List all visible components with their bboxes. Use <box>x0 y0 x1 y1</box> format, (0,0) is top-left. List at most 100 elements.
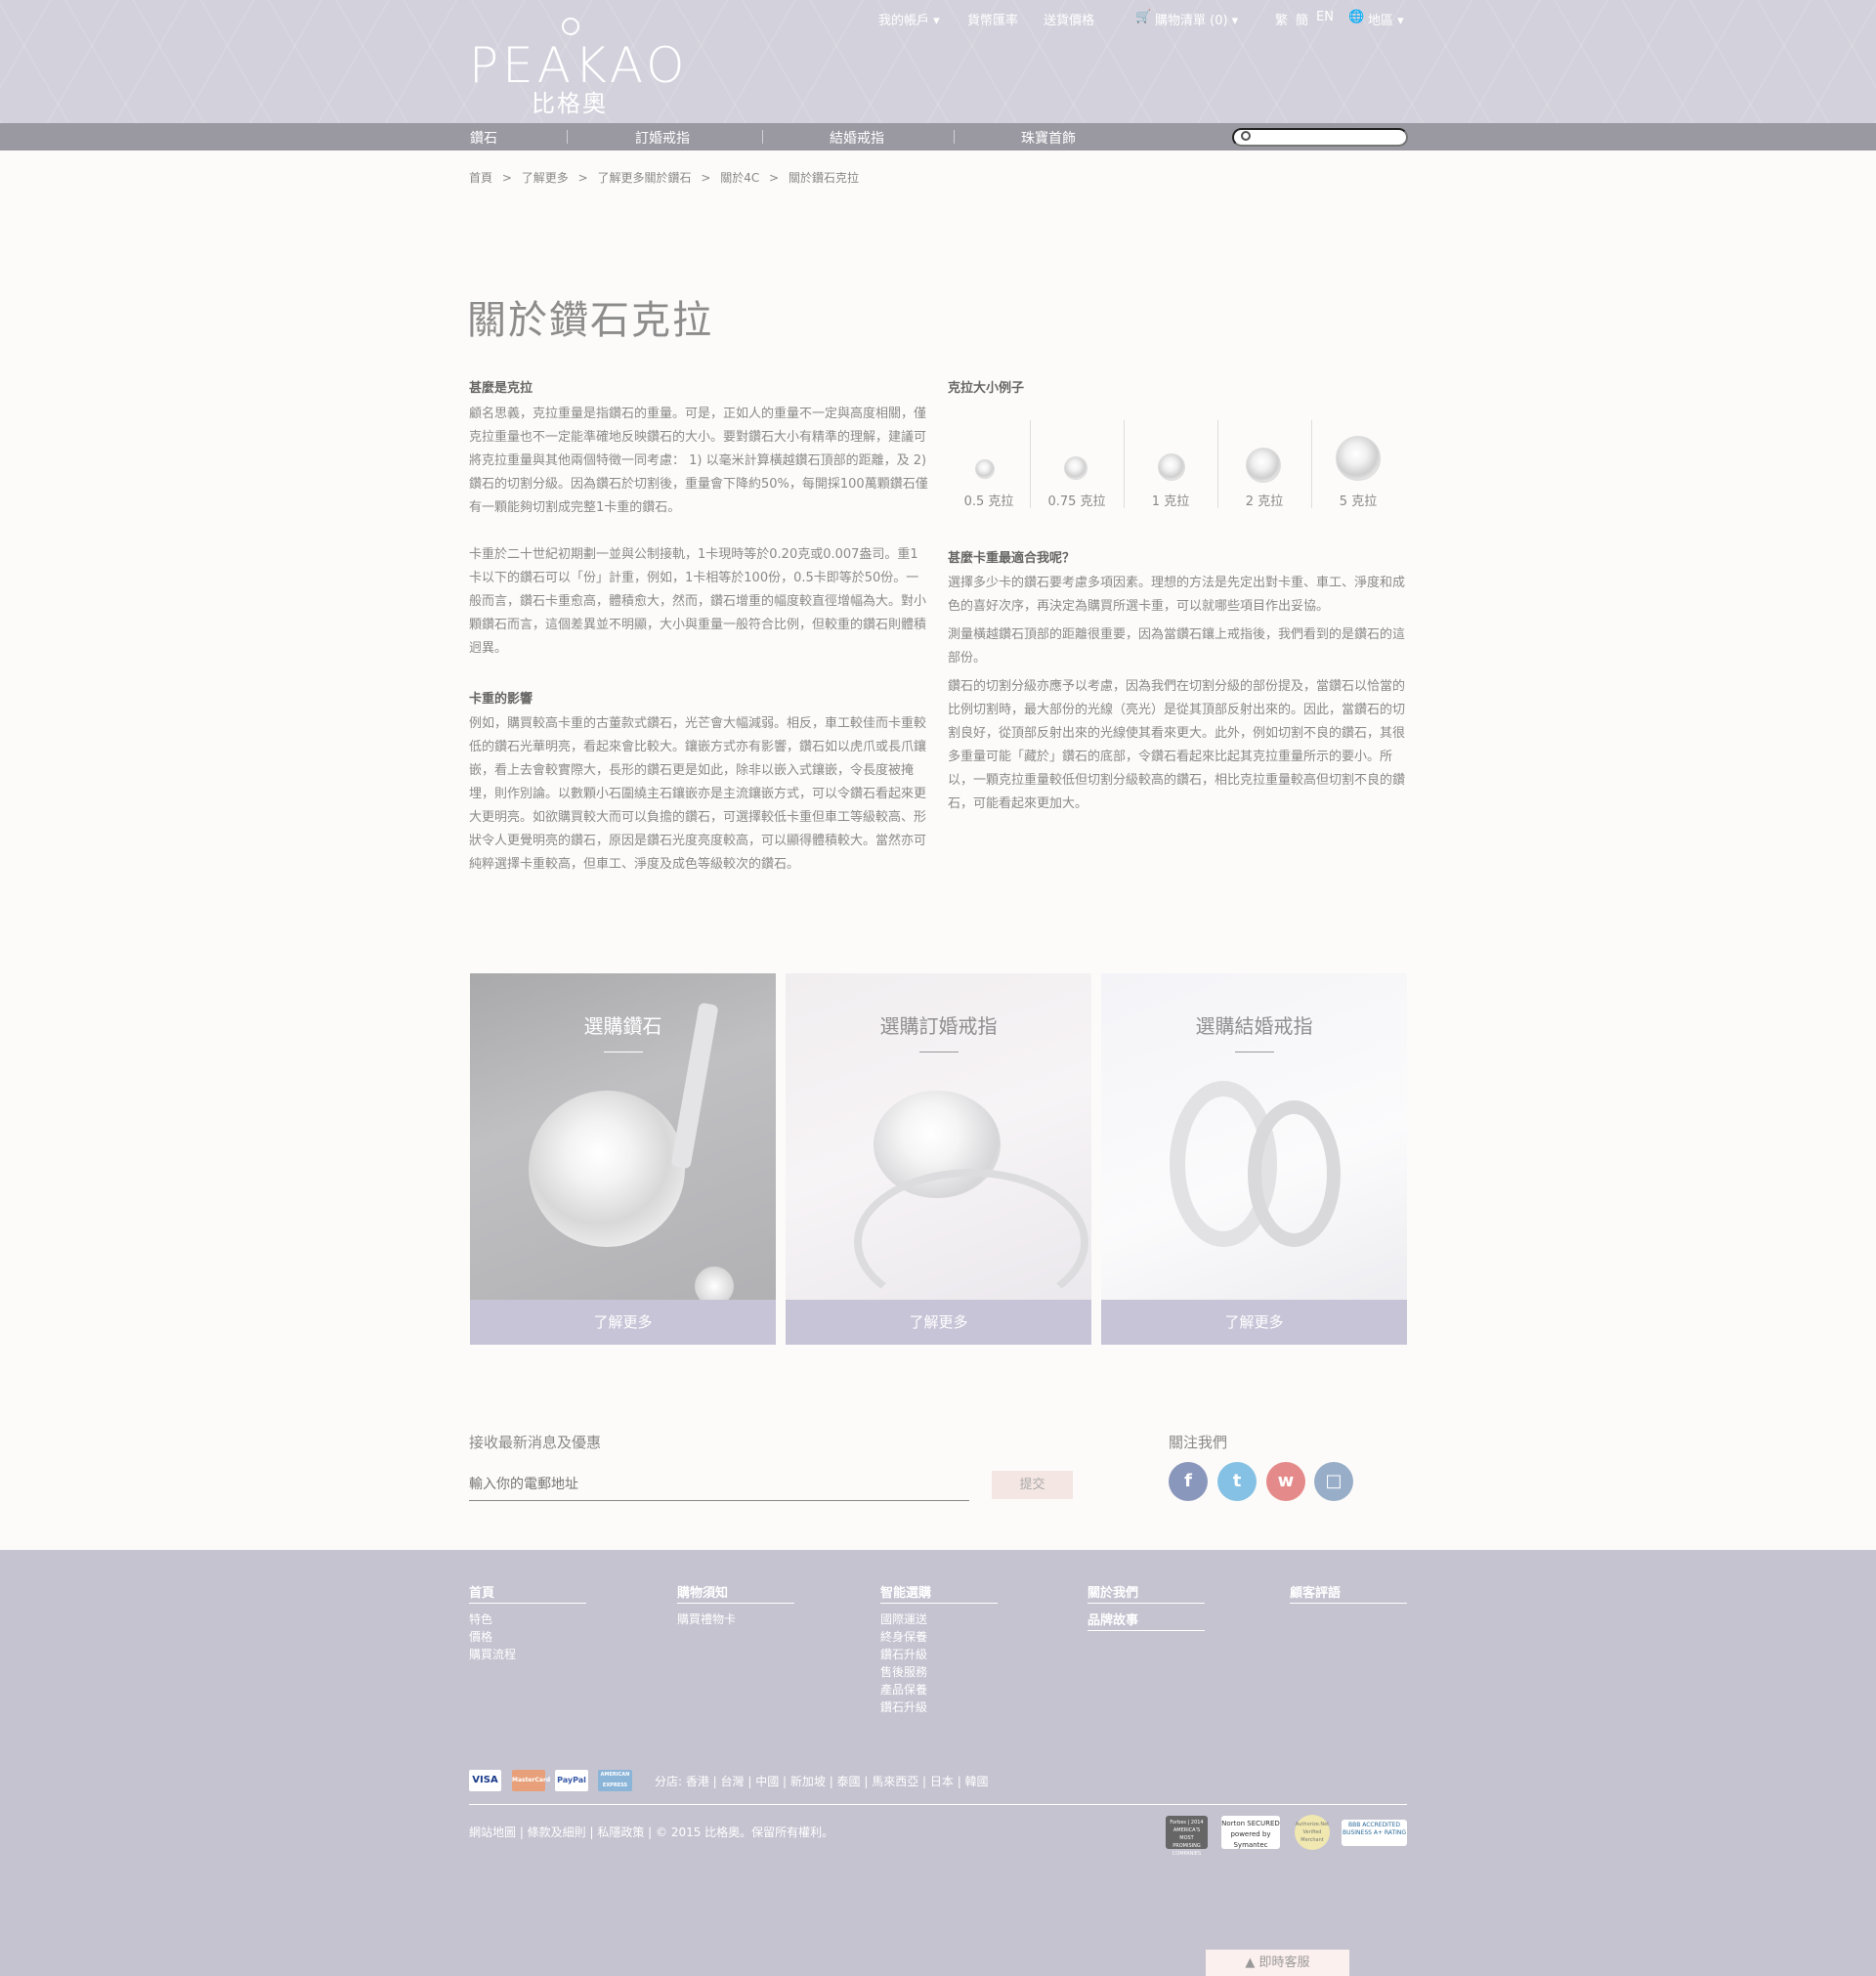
divider <box>469 1804 1407 1805</box>
newsletter-title: 接收最新消息及優惠 <box>469 1434 602 1451</box>
breadcrumb-about-4c[interactable]: 關於4C <box>720 171 759 185</box>
search-input[interactable] <box>1232 128 1408 147</box>
footer-link[interactable]: 鑽石升級 <box>880 1646 927 1663</box>
footer-col-title-home[interactable]: 首頁 <box>469 1582 586 1604</box>
lang-traditional[interactable]: 繁 <box>1275 10 1288 28</box>
paragraph: 例如，購買較高卡重的古董款式鑽石，光芒會大幅減弱。相反，車工較佳而卡重較低的鑽石… <box>469 716 927 872</box>
footer-link[interactable]: 國際運送 <box>880 1611 927 1628</box>
diamond-0.75ct-image <box>1064 456 1087 480</box>
footer-link[interactable]: 特色 <box>469 1611 492 1628</box>
section-heading-carat-examples: 克拉大小例子 <box>948 381 1025 396</box>
shipping-link[interactable]: 送貨價格 <box>1044 10 1094 28</box>
diamond-0.5ct-image <box>975 459 995 479</box>
logo-gem-icon <box>562 18 579 35</box>
amex-icon: AMERICAN EXPRESS <box>598 1770 632 1791</box>
submit-button[interactable]: 提交 <box>992 1471 1073 1499</box>
twitter-icon[interactable]: t <box>1217 1462 1257 1501</box>
footer-col-title-about[interactable]: 關於我們 <box>1087 1582 1205 1604</box>
paragraph: 測量橫越鑽石頂部的距離很重要，因為當鑽石鑲上戒指後，我們看到的是鑽石的這部份。 <box>948 627 1406 666</box>
footer-link[interactable]: 終身保養 <box>880 1628 927 1646</box>
weibo-icon[interactable]: w <box>1266 1462 1305 1501</box>
norton-badge: Norton SECURED powered by Symantec <box>1221 1816 1280 1849</box>
carat-label: 0.5 克拉 <box>963 494 1014 509</box>
footer-col-title-shopping[interactable]: 購物須知 <box>677 1582 794 1604</box>
footer-link[interactable]: 鑽石升級 <box>880 1698 927 1716</box>
live-chat-button[interactable]: ▲ 即時客服 <box>1206 1950 1349 1976</box>
visa-icon: VISA <box>469 1770 501 1791</box>
main-nav <box>0 123 1876 150</box>
footer-link[interactable]: 售後服務 <box>880 1663 927 1681</box>
section-heading-carat-impact: 卡重的影響 <box>469 692 533 707</box>
region-menu[interactable]: 地區 ▾ <box>1368 10 1404 28</box>
breadcrumb-separator: > <box>501 171 512 185</box>
diamond-2ct-image <box>1246 448 1281 483</box>
paragraph: 選擇多少卡的鑽石要考慮多項因素。理想的方法是先定出對卡重、車工、淨度和成色的喜好… <box>948 576 1406 614</box>
shop-wedding-rings-card[interactable]: 選購結婚戒指 了解更多 <box>1101 973 1407 1345</box>
footer-col-title-reviews[interactable]: 顧客評語 <box>1290 1582 1407 1604</box>
paragraph: 鑽石的切割分級亦應予以考慮，因為我們在切割分級的部份提及，當鑽石以恰當的比例切割… <box>948 679 1406 811</box>
nav-separator <box>567 130 568 144</box>
bbb-badge: BBB ACCREDITED BUSINESS A+ RATING <box>1342 1820 1407 1846</box>
nav-separator <box>762 130 763 144</box>
paragraph: 顧名思義，克拉重量是指鑽石的重量。可是，正如人的重量不一定與高度相關，僅克拉重量… <box>469 407 928 515</box>
footer-link[interactable]: 購買流程 <box>469 1646 516 1663</box>
breadcrumb: 首頁 > 了解更多 > 了解更多關於鑽石 > 關於4C > 關於鑽石克拉 <box>469 169 865 186</box>
follow-title: 關注我們 <box>1169 1434 1228 1451</box>
forbes-badge: Forbes | 2014 AMERICA'S MOST PROMISING C… <box>1166 1816 1208 1857</box>
instagram-icon[interactable]: □ <box>1314 1462 1353 1501</box>
copyright[interactable]: 網站地圖 | 條款及細則 | 私隱政策 | © 2015 比格奧。保留所有權利。 <box>469 1824 833 1840</box>
footer-link[interactable]: 產品保養 <box>880 1681 927 1698</box>
email-field[interactable] <box>469 1468 969 1501</box>
lang-english[interactable]: EN <box>1316 10 1334 24</box>
authorize-net-badge: Authorize.Net Verified Merchant <box>1295 1815 1330 1850</box>
site-footer <box>0 1550 1876 1976</box>
card-title: 選購訂婚戒指 <box>879 1014 998 1038</box>
cart-menu[interactable]: 購物清單 (0) ▾ <box>1155 10 1238 28</box>
breadcrumb-about-diamonds[interactable]: 了解更多關於鑽石 <box>597 171 691 185</box>
carat-label: 2 克拉 <box>1245 494 1284 509</box>
diamond-1ct-image <box>1158 453 1185 481</box>
nav-separator <box>954 130 955 144</box>
breadcrumb-separator: > <box>701 171 711 185</box>
learn-more-button[interactable]: 了解更多 <box>470 1300 776 1345</box>
carat-label: 1 克拉 <box>1151 494 1190 509</box>
cart-icon[interactable]: 🛒 <box>1135 10 1151 24</box>
paragraph: 卡重於二十世紀初期劃一並與公制接軌，1卡現時等於0.20克或0.007盎司。重1… <box>469 547 927 656</box>
search-icon[interactable] <box>1241 131 1251 141</box>
currency-link[interactable]: 貨幣匯率 <box>967 10 1018 28</box>
nav-diamonds[interactable]: 鑽石 <box>470 128 497 148</box>
mastercard-icon: MasterCard <box>512 1770 550 1791</box>
card-title: 選購鑽石 <box>583 1014 662 1038</box>
newsletter-section <box>0 1384 1876 1550</box>
section-heading-what-is-carat: 甚麼是克拉 <box>469 381 533 396</box>
globe-icon[interactable]: 🌐 <box>1348 10 1364 24</box>
breadcrumb-current: 關於鑽石克拉 <box>788 171 859 185</box>
diamond-5ct-image <box>1336 436 1381 481</box>
paypal-icon: PayPal <box>555 1770 588 1791</box>
carat-label: 0.75 克拉 <box>1047 494 1106 509</box>
footer-col-title-smart[interactable]: 智能選購 <box>880 1582 998 1604</box>
breadcrumb-separator: > <box>577 171 588 185</box>
section-heading-best-carat: 甚麼卡重最適合我呢？ <box>948 551 1076 566</box>
learn-more-button[interactable]: 了解更多 <box>1101 1300 1407 1345</box>
carat-label: 5 克拉 <box>1339 494 1378 509</box>
breadcrumb-home[interactable]: 首頁 <box>469 171 492 185</box>
footer-link[interactable]: 價格 <box>469 1628 492 1646</box>
shop-engagement-rings-card[interactable]: 選購訂婚戒指 了解更多 <box>786 973 1091 1345</box>
footer-link[interactable]: 購買禮物卡 <box>677 1611 736 1628</box>
page-title: 關於鑽石克拉 <box>467 298 713 343</box>
breadcrumb-separator: > <box>769 171 780 185</box>
lang-simplified[interactable]: 簡 <box>1296 10 1308 28</box>
nav-wedding-rings[interactable]: 結婚戒指 <box>830 128 884 148</box>
breadcrumb-learn-more[interactable]: 了解更多 <box>522 171 569 185</box>
footer-col-title-brand-story[interactable]: 品牌故事 <box>1087 1610 1205 1631</box>
nav-jewelry[interactable]: 珠寶首飾 <box>1021 128 1076 148</box>
branches-list[interactable]: 分店: 香港 | 台灣 | 中國 | 新加坡 | 泰國 | 馬來西亞 | 日本 … <box>655 1773 989 1789</box>
logo-subtitle[interactable]: 比格奧 <box>532 84 608 118</box>
facebook-icon[interactable]: f <box>1169 1462 1208 1501</box>
learn-more-button[interactable]: 了解更多 <box>786 1300 1091 1345</box>
nav-engagement-rings[interactable]: 訂婚戒指 <box>635 128 690 148</box>
shop-diamonds-card[interactable]: 選購鑽石 了解更多 <box>470 973 776 1345</box>
card-title: 選購結婚戒指 <box>1195 1014 1313 1038</box>
account-menu[interactable]: 我的帳戶 ▾ <box>878 10 940 28</box>
